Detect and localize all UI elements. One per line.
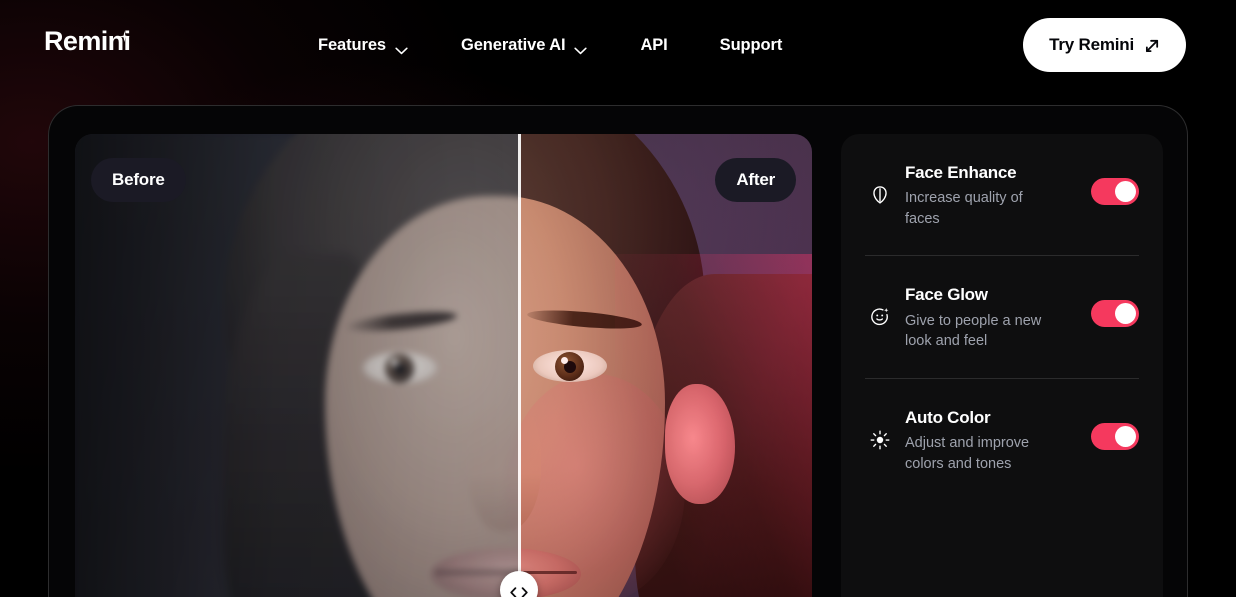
setting-title-auto-color: Auto Color xyxy=(905,407,991,427)
try-remini-button-label: Try Remini xyxy=(1049,35,1134,54)
external-link-icon xyxy=(1145,38,1160,53)
nav-item-api-label: API xyxy=(640,35,668,54)
toggle-knob xyxy=(1115,303,1136,325)
setting-row-face-enhance: Face Enhance Increase quality of faces xyxy=(865,134,1139,255)
chevron-down-icon xyxy=(574,41,588,55)
sparkle-icon xyxy=(119,20,130,42)
chevron-right-icon xyxy=(521,585,528,597)
nav-item-generative-ai-label: Generative AI xyxy=(460,35,566,54)
chevron-left-icon xyxy=(510,585,517,597)
before-badge-label: Before xyxy=(112,170,165,189)
setting-text-face-enhance: Face Enhance Increase quality of faces xyxy=(895,162,1091,229)
toggle-knob xyxy=(1115,425,1136,447)
comparison-divider-line xyxy=(518,134,521,597)
remini-landing-page: Remini Features Generative AI API Suppor… xyxy=(0,0,1236,597)
smiley-sparkle-icon xyxy=(865,284,895,328)
enhancer-demo-card: Before After Face Enhance Increase quali… xyxy=(48,105,1188,597)
setting-description-face-enhance: Increase quality of faces xyxy=(905,190,1023,227)
face-outline-icon xyxy=(865,162,895,206)
brightness-sun-icon xyxy=(865,407,895,451)
setting-title-face-glow: Face Glow xyxy=(905,285,988,305)
nav-item-api[interactable]: API xyxy=(640,36,667,55)
try-remini-button[interactable]: Try Remini xyxy=(1023,18,1186,72)
toggle-face-enhance[interactable] xyxy=(1091,178,1139,205)
toggle-knob xyxy=(1115,181,1136,202)
setting-description-auto-color: Adjust and improve colors and tones xyxy=(905,435,1030,472)
brand-logo-text: Remini xyxy=(44,26,131,56)
before-badge: Before xyxy=(91,158,186,202)
setting-title-face-enhance: Face Enhance xyxy=(905,163,1017,182)
nav-item-support[interactable]: Support xyxy=(720,36,783,55)
enhancement-settings-panel: Face Enhance Increase quality of faces F… xyxy=(841,134,1163,597)
before-image-pane xyxy=(75,134,518,597)
nav-item-features-label: Features xyxy=(318,35,386,54)
nav-item-generative-ai[interactable]: Generative AI xyxy=(460,35,588,55)
setting-text-auto-color: Auto Color Adjust and improve colors and… xyxy=(895,407,1091,474)
toggle-auto-color[interactable] xyxy=(1091,422,1139,450)
after-badge-label: After xyxy=(736,170,775,189)
nav-item-features[interactable]: Features xyxy=(318,36,408,55)
setting-row-face-glow: Face Glow Give to people a new look and … xyxy=(865,255,1139,377)
brand-logo[interactable]: Remini xyxy=(44,26,131,56)
nav-item-support-label: Support xyxy=(719,35,783,54)
primary-navigation: Features Generative AI API Support xyxy=(318,0,782,90)
setting-text-face-glow: Face Glow Give to people a new look and … xyxy=(895,284,1091,351)
after-badge: After xyxy=(715,158,796,202)
setting-description-face-glow: Give to people a new look and feel xyxy=(905,312,1042,350)
setting-row-auto-color: Auto Color Adjust and improve colors and… xyxy=(865,377,1139,500)
before-after-viewer[interactable]: Before After xyxy=(75,134,812,597)
toggle-face-glow[interactable] xyxy=(1091,300,1139,328)
site-header: Remini Features Generative AI API Suppor… xyxy=(0,0,1236,90)
after-image-pane xyxy=(518,134,812,597)
chevron-down-icon xyxy=(395,41,408,55)
